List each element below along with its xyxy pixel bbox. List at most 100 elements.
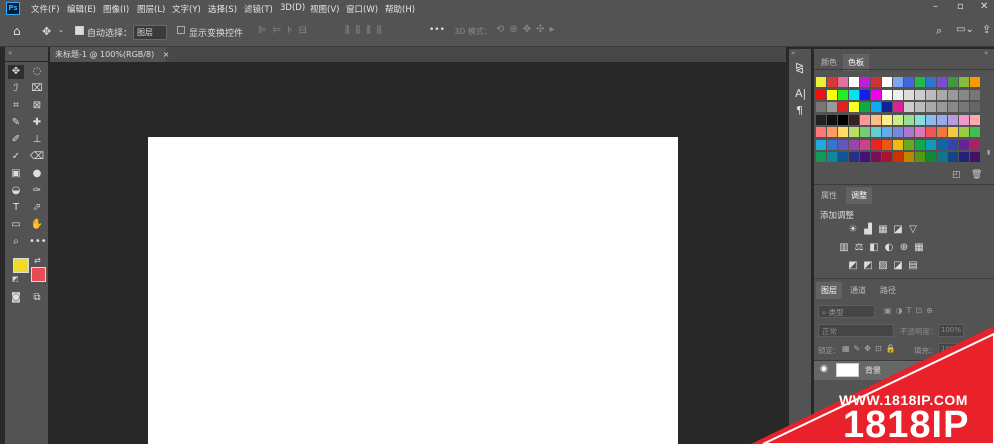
color-swatch[interactable] <box>893 152 903 162</box>
color-swatch[interactable] <box>915 102 925 112</box>
color-swatch[interactable] <box>860 139 870 150</box>
hand-tool[interactable]: ✋ <box>29 218 45 232</box>
color-swatch[interactable] <box>904 89 914 100</box>
adjustment-icon[interactable]: ▦ <box>877 224 889 235</box>
close-window-button[interactable]: ✕ <box>980 1 988 12</box>
quick-select-tool[interactable]: ⌧ <box>29 82 45 96</box>
new-swatch-group-icon[interactable]: ◰ <box>952 170 961 180</box>
menu-layer[interactable]: 图层(L) <box>137 3 165 15</box>
color-swatch[interactable] <box>893 114 903 125</box>
color-swatch[interactable] <box>926 127 936 137</box>
color-swatch[interactable] <box>915 152 925 162</box>
color-swatch[interactable] <box>882 127 892 137</box>
color-swatch[interactable] <box>816 127 826 137</box>
color-swatch[interactable] <box>970 77 980 87</box>
color-swatch[interactable] <box>860 127 870 137</box>
color-swatch[interactable] <box>970 114 980 125</box>
menu-file[interactable]: 文件(F) <box>31 3 60 15</box>
adjustment-icon[interactable]: ▽ <box>907 224 919 235</box>
color-swatch[interactable] <box>959 139 969 150</box>
search-icon[interactable]: ⌕ <box>936 24 942 38</box>
color-swatch[interactable] <box>948 152 958 162</box>
brush-tool[interactable]: ✐ <box>8 133 24 147</box>
color-swatch[interactable] <box>838 139 848 150</box>
color-swatch[interactable] <box>915 114 925 125</box>
menu-image[interactable]: 图像(I) <box>103 3 129 15</box>
color-swatch[interactable] <box>937 152 947 162</box>
eraser-tool[interactable]: ⌫ <box>29 150 45 164</box>
foreground-color-swatch[interactable] <box>13 258 29 273</box>
auto-select-checkbox[interactable] <box>75 26 84 35</box>
transform-controls-checkbox[interactable] <box>177 26 185 34</box>
adjustment-icon[interactable]: ◧ <box>868 242 880 253</box>
color-swatch[interactable] <box>882 114 892 125</box>
color-swatch[interactable] <box>970 127 980 137</box>
menu-select[interactable]: 选择(S) <box>208 3 237 15</box>
adjustment-icon[interactable]: ◩ <box>862 260 874 271</box>
minimize-button[interactable]: – <box>933 1 938 12</box>
panel-expand-icon[interactable]: « <box>984 49 988 57</box>
color-swatch[interactable] <box>937 77 947 87</box>
adjustment-icon[interactable]: ⊕ <box>898 242 910 253</box>
color-swatch[interactable] <box>871 77 881 87</box>
menu-view[interactable]: 视图(V) <box>310 3 339 15</box>
color-swatch[interactable] <box>926 139 936 150</box>
color-swatch[interactable] <box>937 114 947 125</box>
color-swatch[interactable] <box>816 114 826 125</box>
share-icon[interactable]: ⇪ <box>982 23 991 36</box>
3d-mode-icons[interactable]: ⟲⊛✥✣▸ <box>496 24 560 35</box>
swatches-scrollbar[interactable]: ▮ <box>987 149 990 156</box>
marquee-tool[interactable]: ◌ <box>29 65 45 79</box>
color-swatch[interactable] <box>816 77 826 87</box>
adjustment-icon[interactable]: ▤ <box>907 260 919 271</box>
adjustment-icon[interactable]: ▥ <box>838 242 850 253</box>
color-swatch[interactable] <box>860 152 870 162</box>
color-swatch[interactable] <box>948 114 958 125</box>
delete-swatch-icon[interactable]: 🗑 <box>971 170 982 180</box>
tab-adjustments[interactable]: 调整 <box>846 187 872 204</box>
color-swatch[interactable] <box>937 102 947 112</box>
color-swatch[interactable] <box>838 102 848 112</box>
dodge-tool[interactable]: ◒ <box>8 184 24 198</box>
zoom-tool[interactable]: ⌕ <box>8 235 24 249</box>
color-swatch[interactable] <box>882 89 892 100</box>
move-tool-icon[interactable]: ✥ <box>42 25 51 38</box>
color-swatch[interactable] <box>816 102 826 112</box>
type-tool[interactable]: T <box>8 201 24 215</box>
swap-colors-icon[interactable]: ⇄ <box>34 256 41 265</box>
color-swatch[interactable] <box>893 102 903 112</box>
history-panel-icon[interactable]: ⧎ <box>795 61 804 74</box>
tab-paths[interactable]: 路径 <box>875 282 901 299</box>
adjustment-icon[interactable]: ▨ <box>877 260 889 271</box>
frame-tool[interactable]: ⊠ <box>29 99 45 113</box>
color-swatch[interactable] <box>849 127 859 137</box>
color-swatch[interactable] <box>827 139 837 150</box>
workspace-icon[interactable]: ▭⌄ <box>956 24 974 35</box>
menu-type[interactable]: 文字(Y) <box>172 3 201 15</box>
color-swatch[interactable] <box>904 102 914 112</box>
color-swatch[interactable] <box>959 77 969 87</box>
dock-collapse-icon[interactable]: » <box>791 49 795 57</box>
color-swatch[interactable] <box>838 89 848 100</box>
color-swatch[interactable] <box>970 102 980 112</box>
quick-mask-icon[interactable]: ◙ <box>8 291 24 305</box>
color-swatch[interactable] <box>893 89 903 100</box>
menu-window[interactable]: 窗口(W) <box>346 3 378 15</box>
color-swatch[interactable] <box>849 89 859 100</box>
color-swatch[interactable] <box>882 77 892 87</box>
color-swatch[interactable] <box>871 152 881 162</box>
pen-tool[interactable]: ✑ <box>29 184 45 198</box>
adjustment-icon[interactable]: ◐ <box>883 242 895 253</box>
color-swatch[interactable] <box>871 139 881 150</box>
color-swatch[interactable] <box>871 89 881 100</box>
adjustment-icon[interactable]: ◪ <box>892 224 904 235</box>
color-swatch[interactable] <box>904 114 914 125</box>
adjustment-icon[interactable]: ▦ <box>913 242 925 253</box>
color-swatch[interactable] <box>838 114 848 125</box>
color-swatch[interactable] <box>926 102 936 112</box>
menu-3d[interactable]: 3D(D) <box>280 3 305 13</box>
adjustment-icon[interactable]: ⚖ <box>853 242 865 253</box>
color-swatch[interactable] <box>849 114 859 125</box>
path-select-tool[interactable]: ⬀ <box>29 201 45 215</box>
color-swatch[interactable] <box>904 77 914 87</box>
